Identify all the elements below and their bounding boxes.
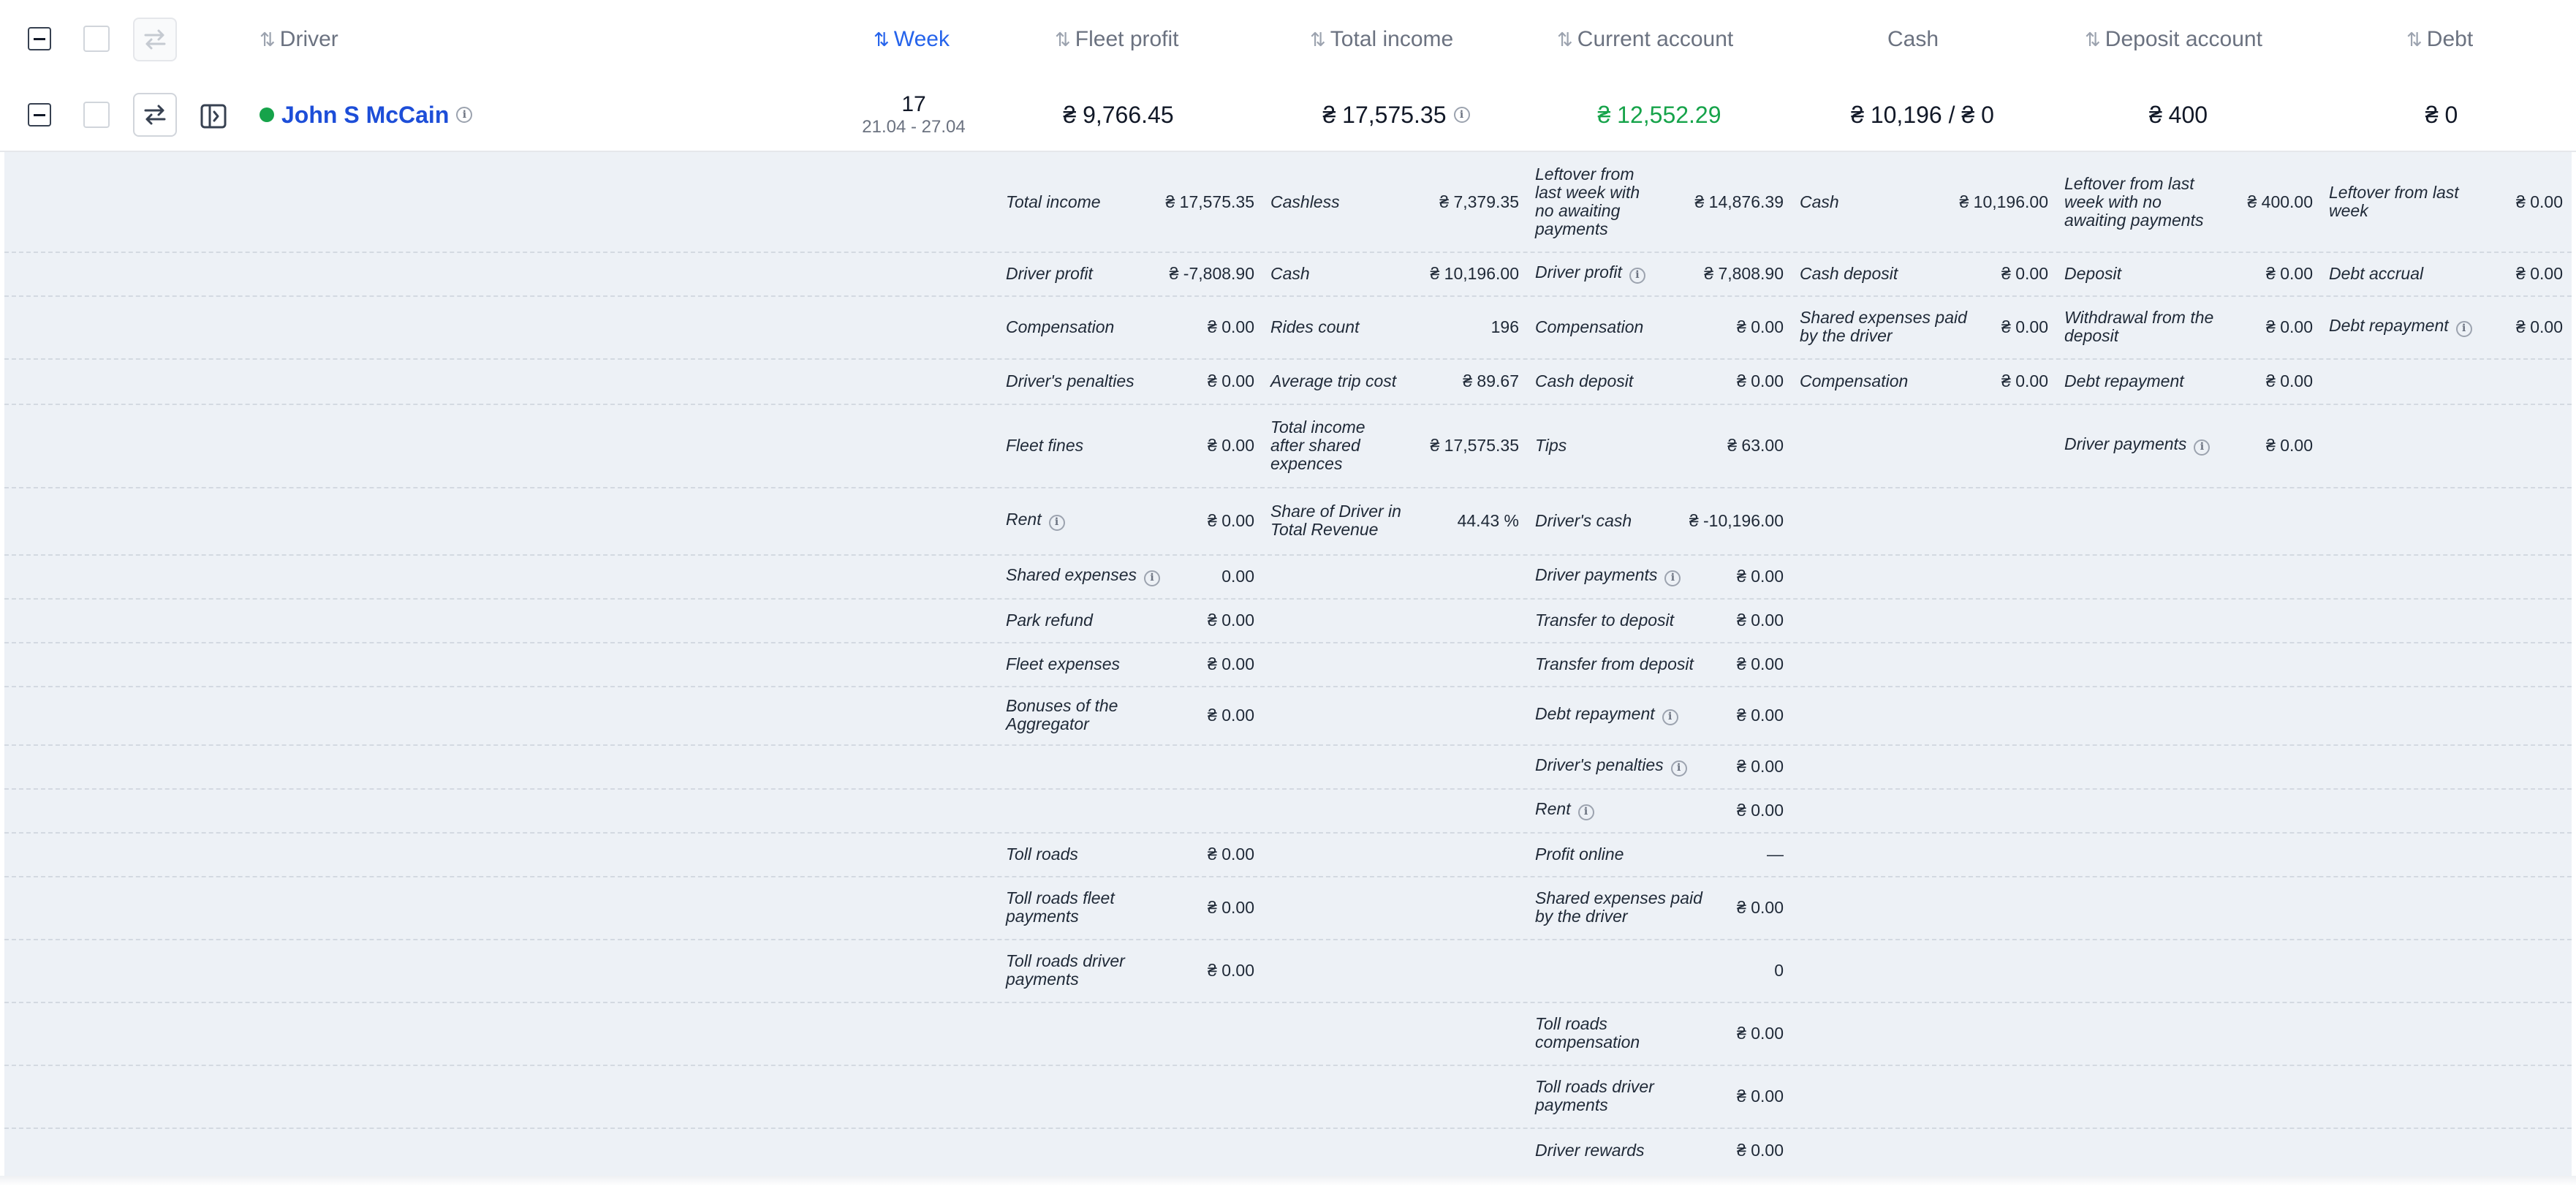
select-all-checkbox[interactable] bbox=[28, 27, 51, 50]
swap-button[interactable] bbox=[133, 93, 177, 137]
sort-icon: ⇅ bbox=[1055, 28, 1071, 50]
sort-icon: ⇅ bbox=[2406, 28, 2422, 50]
fleet-profit-value: ₴ 9,766.45 bbox=[1063, 101, 1174, 128]
table-header: ⇅ Driver ⇅ Week ⇅ Fleet profit ⇅ Total i… bbox=[0, 0, 2576, 80]
column-header-current-account[interactable]: ⇅ Current account bbox=[1557, 0, 1733, 79]
column-header-driver[interactable]: ⇅ Driver bbox=[260, 0, 338, 79]
panel-bottom-shadow bbox=[0, 1176, 2576, 1186]
column-header-deposit-account[interactable]: ⇅ Deposit account bbox=[2085, 0, 2262, 79]
driver-name-link[interactable]: John S McCain bbox=[281, 102, 449, 129]
sort-icon: ⇅ bbox=[1557, 28, 1573, 50]
status-dot bbox=[260, 107, 274, 122]
sort-icon: ⇅ bbox=[874, 28, 890, 50]
deposit-account-value: ₴ 400 bbox=[2148, 101, 2208, 128]
expanded-details-panel: Total income ₴ 17,575.35 Cashless ₴ 7,379.… bbox=[4, 152, 2572, 1177]
debt-value: ₴ 0 bbox=[2425, 101, 2458, 128]
total-income-value: ₴ 17,575.35 bbox=[1322, 101, 1447, 128]
column-header-total-income[interactable]: ⇅ Total income bbox=[1310, 0, 1453, 79]
driver-cell: John S McCain i bbox=[260, 79, 473, 151]
swap-icon bbox=[144, 105, 166, 125]
sort-icon: ⇅ bbox=[260, 28, 276, 50]
current-account-value: ₴ 12,552.29 bbox=[1597, 101, 1721, 128]
info-icon[interactable]: i bbox=[456, 107, 473, 123]
sort-icon: ⇅ bbox=[2085, 28, 2101, 50]
week-range: 21.04 - 27.04 bbox=[862, 117, 966, 137]
side-panel-button[interactable] bbox=[200, 104, 227, 132]
week-number: 17 bbox=[901, 92, 926, 116]
header-checkbox[interactable] bbox=[83, 26, 110, 52]
swap-button[interactable] bbox=[133, 18, 177, 61]
side-panel-icon bbox=[200, 104, 227, 129]
detail-item: Driver rewards ₴ 0.00 bbox=[1535, 1140, 1784, 1160]
collapse-row-checkbox[interactable] bbox=[28, 103, 51, 126]
column-header-cash: Cash bbox=[1887, 27, 1939, 51]
row-checkbox[interactable] bbox=[83, 102, 110, 128]
week-cell: 17 21.04 - 27.04 bbox=[841, 79, 987, 151]
swap-icon bbox=[144, 29, 166, 50]
column-header-debt[interactable]: ⇅ Debt bbox=[2406, 0, 2473, 79]
column-header-fleet-profit[interactable]: ⇅ Fleet profit bbox=[1055, 0, 1179, 79]
detail-item: Toll roads driver payments ₴ 0.00 bbox=[1535, 1077, 1784, 1114]
sort-icon: ⇅ bbox=[1310, 28, 1326, 50]
table-row: John S McCain i 17 21.04 - 27.04 ₴ 9,766… bbox=[0, 79, 2576, 152]
info-icon[interactable]: i bbox=[1453, 107, 1470, 123]
total-income-cell: ₴ 17,575.35 i bbox=[1287, 79, 1506, 151]
column-header-week[interactable]: ⇅ Week bbox=[874, 0, 950, 79]
cash-value: ₴ 10,196 / ₴ 0 bbox=[1851, 101, 1994, 128]
